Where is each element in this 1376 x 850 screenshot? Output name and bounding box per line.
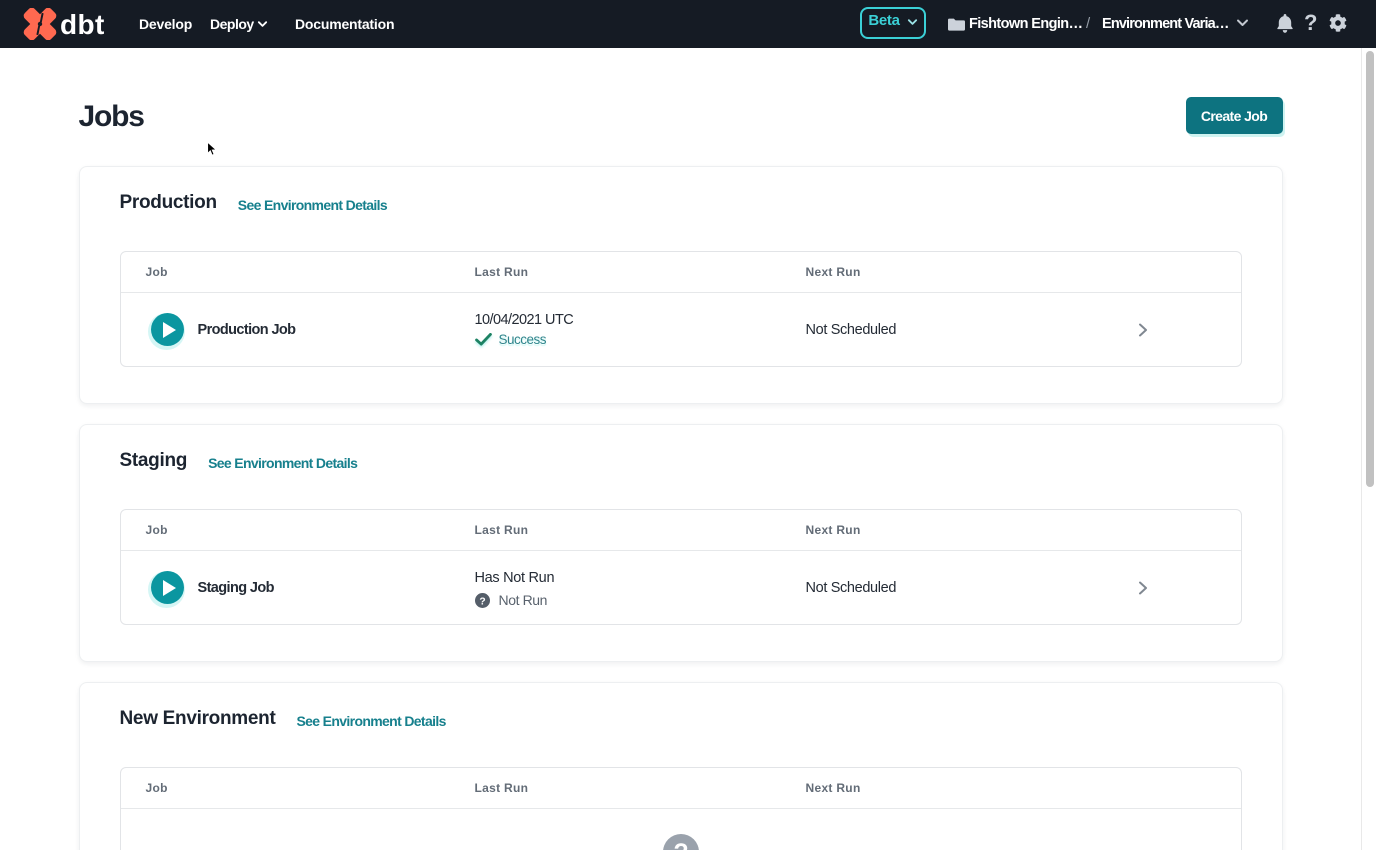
svg-text:?: ? bbox=[479, 596, 485, 607]
svg-text:?: ? bbox=[673, 840, 688, 850]
